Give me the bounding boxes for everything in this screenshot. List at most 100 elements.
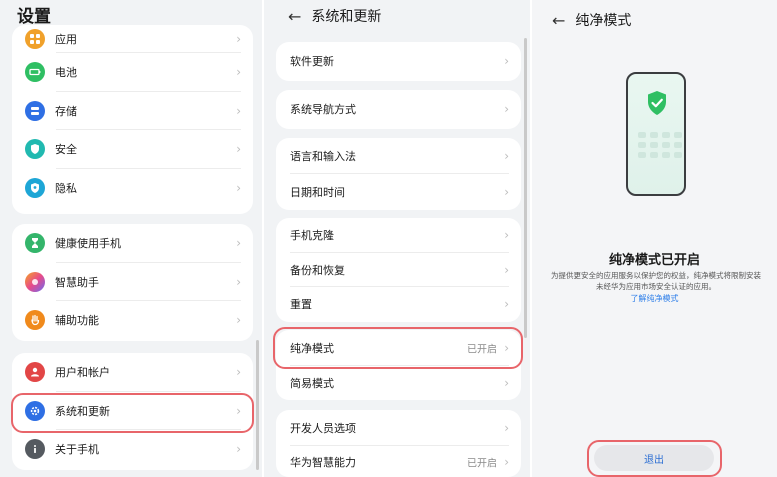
settings-item-storage[interactable]: 存储 ›	[12, 92, 253, 131]
chevron-right-icon: ›	[504, 228, 509, 243]
settings-item-about-phone[interactable]: 关于手机 ›	[12, 430, 253, 469]
menu-item-label: 纯净模式	[290, 342, 334, 355]
menu-item-label: 开发人员选项	[290, 422, 356, 435]
menu-item-huawei-ai[interactable]: 华为智慧能力 已开启 ›	[276, 446, 521, 477]
menu-item-backup-restore[interactable]: 备份和恢复 ›	[276, 253, 521, 288]
settings-item-label: 智慧助手	[55, 275, 99, 289]
page-title: 系统和更新	[311, 9, 382, 25]
settings-item-label: 应用	[55, 33, 77, 46]
menu-item-phone-clone[interactable]: 手机克隆 ›	[276, 218, 521, 253]
settings-group-2: 健康使用手机 › 智慧助手 › 辅助功能 ›	[12, 224, 253, 341]
system-group-3: 语言和输入法 › 日期和时间 ›	[276, 138, 521, 210]
accessibility-icon	[25, 310, 45, 331]
menu-item-date-time[interactable]: 日期和时间 ›	[276, 174, 521, 210]
storage-icon	[25, 100, 45, 121]
info-icon	[25, 439, 45, 460]
settings-item-digital-balance[interactable]: 健康使用手机 ›	[12, 224, 253, 263]
learn-more-link[interactable]: 了解纯净模式	[532, 293, 777, 304]
status-description: 为提供更安全的应用服务以保护您的权益，纯净模式将限制安装未经华为应用市场安全认证…	[551, 271, 761, 291]
phone-illustration	[626, 72, 686, 196]
system-update-icon	[25, 400, 45, 421]
back-arrow-icon[interactable]: ←	[288, 7, 301, 26]
menu-item-pure-mode[interactable]: 纯净模式 已开启 ›	[276, 330, 521, 366]
settings-item-security[interactable]: 安全 ›	[12, 130, 253, 169]
chevron-right-icon: ›	[236, 236, 241, 251]
menu-item-label: 软件更新	[290, 55, 334, 69]
settings-item-label: 关于手机	[55, 443, 99, 457]
battery-icon	[25, 62, 45, 83]
settings-group-1: 应用 › 电池 › 存储 › 安全 › 隐私 ›	[12, 25, 253, 214]
nav-bar: ← 纯净模式	[552, 10, 631, 30]
system-group-4: 手机克隆 › 备份和恢复 › 重置 ›	[276, 218, 521, 322]
page-title: 纯净模式	[575, 13, 632, 29]
chevron-right-icon: ›	[504, 297, 509, 312]
menu-item-reset[interactable]: 重置 ›	[276, 287, 521, 322]
status-value: 已开启	[467, 458, 497, 469]
shield-icon	[25, 139, 45, 160]
settings-item-label: 系统和更新	[55, 404, 110, 418]
settings-item-accessibility[interactable]: 辅助功能 ›	[12, 301, 253, 340]
menu-item-developer-options[interactable]: 开发人员选项 ›	[276, 410, 521, 446]
privacy-icon	[25, 177, 45, 198]
menu-item-label: 重置	[290, 298, 312, 312]
status-value: 已开启	[467, 344, 497, 356]
chevron-right-icon: ›	[504, 341, 509, 355]
menu-item-navigation[interactable]: 系统导航方式 ›	[276, 90, 521, 129]
settings-item-battery[interactable]: 电池 ›	[12, 53, 253, 92]
menu-item-label: 日期和时间	[290, 186, 345, 199]
page-title: 设置	[17, 7, 51, 27]
back-arrow-icon[interactable]: ←	[552, 11, 565, 30]
scrollbar[interactable]	[256, 340, 259, 470]
exit-button[interactable]: 退出	[594, 445, 714, 471]
hourglass-icon	[25, 233, 45, 254]
chevron-right-icon: ›	[236, 365, 241, 380]
system-group-5: 纯净模式 已开启 › 简易模式 ›	[276, 330, 521, 400]
settings-item-label: 健康使用手机	[55, 237, 121, 251]
user-icon	[25, 362, 45, 383]
chevron-right-icon: ›	[236, 103, 241, 118]
chevron-right-icon: ›	[236, 313, 241, 328]
system-group-2: 系统导航方式 ›	[276, 90, 521, 129]
chevron-right-icon: ›	[504, 262, 509, 277]
chevron-right-icon: ›	[236, 65, 241, 80]
chevron-right-icon: ›	[504, 54, 509, 69]
app-grid-placeholder	[638, 132, 682, 158]
chevron-right-icon: ›	[504, 185, 509, 199]
chevron-right-icon: ›	[236, 274, 241, 289]
menu-item-label: 语言和输入法	[290, 150, 356, 163]
chevron-right-icon: ›	[504, 421, 509, 435]
settings-item-system-update[interactable]: 系统和更新 ›	[12, 392, 253, 431]
chevron-right-icon: ›	[236, 32, 241, 46]
shield-check-icon	[648, 91, 666, 115]
chevron-right-icon: ›	[236, 180, 241, 195]
settings-item-privacy[interactable]: 隐私 ›	[12, 169, 253, 208]
settings-item-label: 存储	[55, 104, 77, 118]
settings-item-apps[interactable]: 应用 ›	[12, 25, 253, 53]
menu-item-label: 简易模式	[290, 377, 334, 390]
menu-item-label: 手机克隆	[290, 229, 334, 243]
assistant-icon	[25, 271, 45, 292]
settings-item-label: 电池	[55, 66, 77, 80]
menu-item-label: 系统导航方式	[290, 103, 356, 117]
settings-screen: 设置 应用 › 电池 › 存储 › 安全 › 隐私 › 健康使用手机 › 智慧助…	[0, 0, 262, 477]
settings-group-3: 用户和帐户 › 系统和更新 › 关于手机 ›	[12, 353, 253, 470]
chevron-right-icon: ›	[504, 149, 509, 163]
status-heading: 纯净模式已开启	[608, 253, 700, 268]
chevron-right-icon: ›	[236, 403, 241, 418]
menu-item-simple-mode[interactable]: 简易模式 ›	[276, 366, 521, 400]
settings-item-assistant[interactable]: 智慧助手 ›	[12, 263, 253, 302]
apps-icon	[25, 29, 45, 49]
scrollbar[interactable]	[524, 38, 527, 338]
chevron-right-icon: ›	[504, 454, 509, 469]
settings-item-label: 安全	[55, 143, 77, 157]
settings-item-label: 辅助功能	[55, 314, 99, 328]
menu-item-label: 华为智慧能力	[290, 455, 356, 469]
menu-item-language-input[interactable]: 语言和输入法 ›	[276, 138, 521, 174]
system-group-6: 开发人员选项 › 华为智慧能力 已开启 ›	[276, 410, 521, 477]
settings-item-users[interactable]: 用户和帐户 ›	[12, 353, 253, 392]
chevron-right-icon: ›	[504, 376, 509, 390]
system-group-1: 软件更新 ›	[276, 42, 521, 81]
menu-item-label: 备份和恢复	[290, 263, 345, 277]
chevron-right-icon: ›	[236, 142, 241, 157]
menu-item-software-update[interactable]: 软件更新 ›	[276, 42, 521, 81]
